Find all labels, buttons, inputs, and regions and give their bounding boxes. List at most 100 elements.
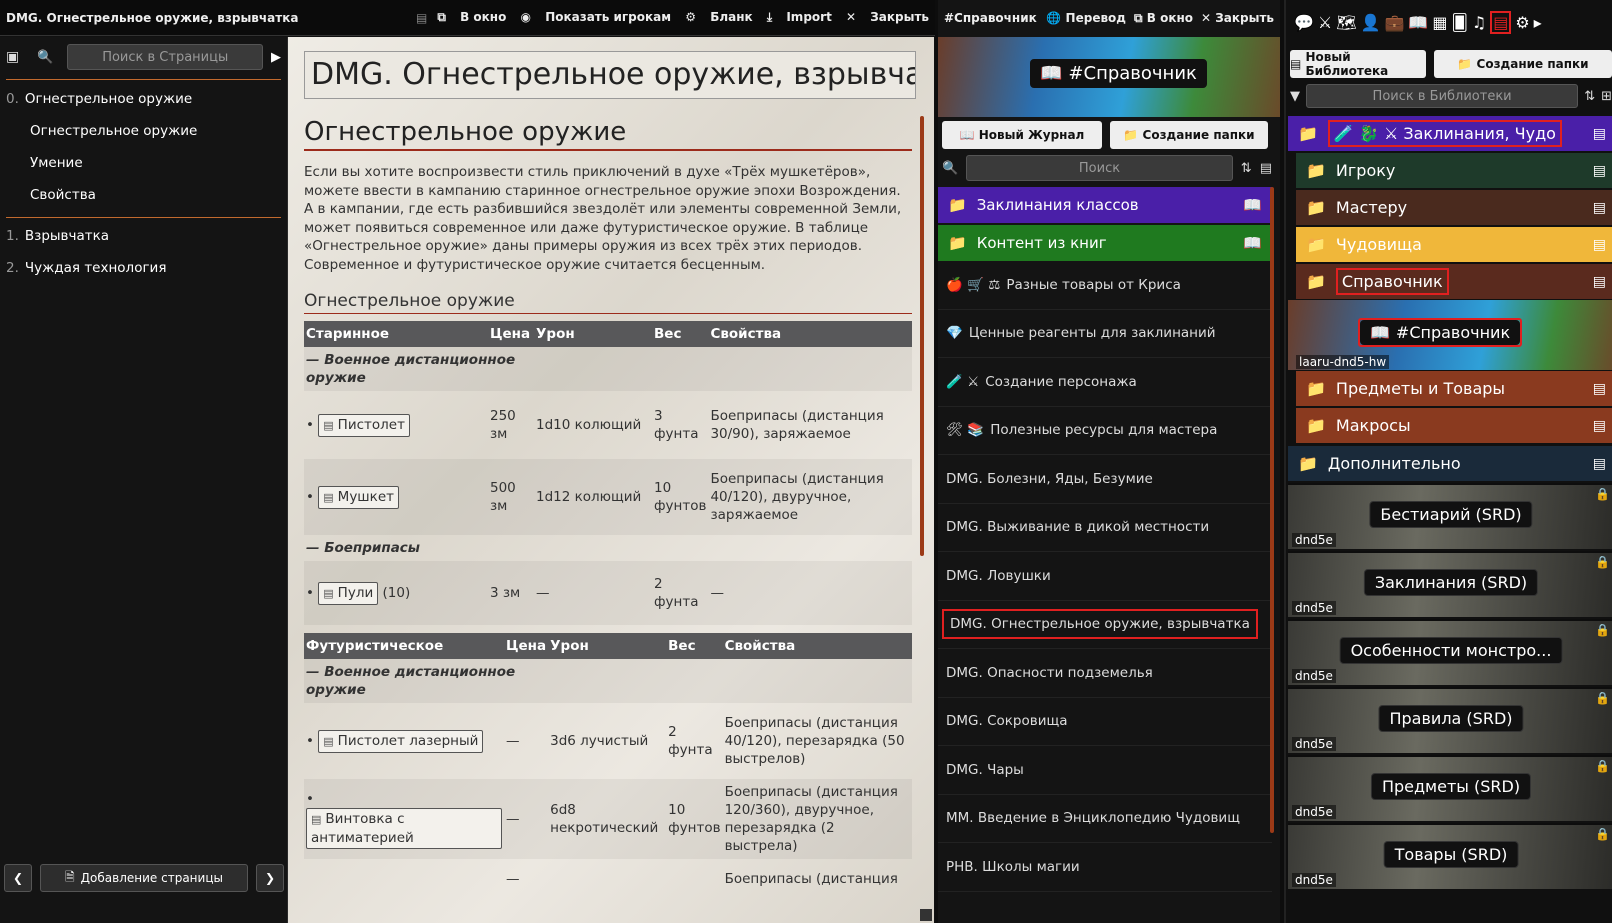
add-pack-icon[interactable]: ▤ (1593, 274, 1606, 290)
page-title-input[interactable]: DMG. Огнестрельное оружие, взрывчатка (304, 51, 916, 99)
library-folder[interactable]: 📁 Чудовища ▤ (1296, 227, 1612, 262)
collapse-sidebar-icon[interactable]: ▸ (1534, 13, 1542, 32)
scenes-tab-icon[interactable]: 🗺 (1336, 13, 1356, 32)
compendium-pack[interactable]: Заклинания (SRD) dnd5e 🔒 (1288, 551, 1612, 617)
library-folder[interactable]: 📁 Справочник ▤ (1296, 264, 1612, 299)
handout-item[interactable]: DMG. Огнестрельное оружие, взрывчатка (938, 601, 1272, 649)
library-folder[interactable]: 📁 Мастеру ▤ (1296, 190, 1612, 225)
handout-item[interactable]: 🧪 ⚔ Создание персонажа (938, 358, 1272, 407)
item-link-laser-pistol[interactable]: Пистолет лазерный (318, 729, 484, 753)
reference-pack-banner[interactable]: 📖 #Справочник laaru-dnd5-hw (1288, 300, 1612, 370)
playlists-tab-icon[interactable]: ♫ (1472, 13, 1486, 32)
folder-class-spells[interactable]: 📁 Заклинания классов 📖 (938, 187, 1272, 223)
handout-item[interactable]: DMG. Ловушки (938, 552, 1272, 601)
handout-item[interactable]: DMG. Чары (938, 746, 1272, 795)
show-players-button[interactable]: ◉ Показать игрокам (521, 10, 672, 24)
pages-toggle-icon[interactable]: ▣ (6, 49, 19, 65)
compendium-pack[interactable]: Предметы (SRD) dnd5e 🔒 (1288, 755, 1612, 821)
add-pack-icon[interactable]: ▤ (1593, 200, 1606, 216)
table-row: • Пули (10) 3 зм—2 фунта— (304, 561, 912, 625)
collapse-folders-icon[interactable]: ⊞ (1601, 89, 1612, 104)
blank-button[interactable]: ⚙ Бланк (685, 10, 752, 24)
cards-tab-icon[interactable]: 🂠 (1451, 13, 1467, 32)
library-new-folder-button[interactable]: 📁 Создание папки (1434, 50, 1612, 78)
add-entry-icon[interactable]: 📖 (1243, 234, 1262, 252)
journal-titlebar[interactable]: DMG. Огнестрельное оружие, взрывчатка ▤ … (0, 0, 935, 36)
compendium-pack[interactable]: Бестиарий (SRD) dnd5e 🔒 (1288, 483, 1612, 549)
folder-book-content[interactable]: 📁 Контент из книг 📖 (938, 225, 1272, 261)
directory-titlebar[interactable]: #Справочник 🌐 Перевод ⧉ В окно ✕ Закрыть (938, 0, 1280, 36)
page-item-2[interactable]: 2. Чуждая технология (0, 252, 287, 284)
page-item-properties[interactable]: Свойства (0, 179, 287, 211)
journal-tab-icon[interactable]: 📖 (1408, 13, 1428, 32)
new-journal-button[interactable]: 📖 Новый Журнал (942, 121, 1102, 149)
library-folder[interactable]: 📁 Макросы ▤ (1296, 408, 1612, 443)
page-item-skill[interactable]: Умение (0, 147, 287, 179)
add-pack-icon[interactable]: ▤ (1593, 237, 1606, 253)
add-pack-icon[interactable]: ▤ (1593, 381, 1606, 397)
translate-button[interactable]: 🌐 Перевод (1046, 11, 1126, 25)
table-group-row: — Военное дистанционное оружие (304, 347, 912, 391)
directory-search-input[interactable]: Поиск (966, 155, 1233, 181)
sort-icon[interactable]: ⇅ (1584, 89, 1595, 104)
handout-item[interactable]: 🍎 🛒 ⚖ Разные товары от Криса (938, 261, 1272, 310)
section-subheading: Огнестрельное оружие (304, 291, 912, 314)
filter-icon[interactable]: ▼ (1290, 89, 1300, 104)
handout-item[interactable]: DMG. Выживание в дикой местности (938, 504, 1272, 552)
resize-handle[interactable] (920, 909, 932, 921)
journal-title-icon: ▤ (416, 10, 428, 25)
combat-tab-icon[interactable]: ⚔ (1318, 13, 1332, 32)
handout-item[interactable]: MM. Введение в Энциклопедию Чудовищ (938, 795, 1272, 843)
item-link-bullets[interactable]: Пули (318, 581, 379, 605)
compendium-tab-icon[interactable]: ▤ (1490, 10, 1512, 34)
tables-tab-icon[interactable]: ▦ (1432, 13, 1447, 32)
items-tab-icon[interactable]: 💼 (1385, 13, 1405, 32)
new-folder-button[interactable]: 📁 Создание папки (1110, 121, 1268, 149)
content-scrollbar[interactable] (920, 116, 924, 556)
new-library-button[interactable]: ▤ Новый Библиотека (1290, 50, 1426, 78)
handout-item[interactable]: PHB. Школы магии (938, 843, 1272, 892)
add-pack-icon[interactable]: ▤ (1593, 418, 1606, 434)
compendium-pack[interactable]: Правила (SRD) dnd5e 🔒 (1288, 687, 1612, 753)
handout-item[interactable]: DMG. Болезни, Яды, Безумие (938, 455, 1272, 504)
handout-item[interactable]: 💎 Ценные реагенты для заклинаний (938, 310, 1272, 358)
directory-popout-button[interactable]: ⧉ В окно (1134, 11, 1193, 26)
add-page-button[interactable]: 🗎 Добавление страницы (40, 864, 248, 892)
handout-item[interactable]: 🛠 📚 Полезные ресурсы для мастера (938, 407, 1272, 455)
page-item-0[interactable]: 0. Огнестрельное оружие (0, 82, 287, 115)
library-folder[interactable]: 📁 🧪 🐉 ⚔ Заклинания, Чудо ▤ (1288, 116, 1612, 151)
item-link-antimatter-rifle[interactable]: Винтовка с антиматерией (306, 807, 502, 849)
popout-button[interactable]: ⧉ В окно (437, 10, 506, 24)
sort-icon[interactable]: ⇅ (1241, 161, 1252, 176)
add-pack-icon[interactable]: ▤ (1593, 456, 1606, 472)
import-button[interactable]: ⤓ Import (767, 10, 832, 24)
prev-page-button[interactable]: ❮ (4, 864, 32, 892)
chat-tab-icon[interactable]: 💬 (1294, 13, 1314, 32)
book-icon: 📖 (1370, 323, 1390, 342)
collapse-folders-icon[interactable]: ▤ (1260, 161, 1272, 176)
page-item-subheading[interactable]: Огнестрельное оружие (0, 115, 287, 147)
handout-item[interactable]: DMG. Сокровища (938, 698, 1272, 746)
table-row: — Боеприпасы (дистанция (506, 871, 898, 887)
item-link-musket[interactable]: Мушкет (318, 485, 399, 509)
actors-tab-icon[interactable]: 👤 (1361, 13, 1381, 32)
library-search-input[interactable]: Поиск в Библиотеки (1306, 84, 1579, 108)
page-item-1[interactable]: 1. Взрывчатка (0, 220, 287, 252)
add-pack-icon[interactable]: ▤ (1593, 163, 1606, 179)
collapse-arrow-icon[interactable]: ▶ (271, 50, 281, 65)
directory-close-button[interactable]: ✕ Закрыть (1201, 11, 1274, 25)
add-pack-icon[interactable]: ▤ (1593, 126, 1606, 142)
handout-item[interactable]: DMG. Опасности подземелья (938, 649, 1272, 698)
library-folder[interactable]: 📁 Игроку ▤ (1296, 153, 1612, 188)
item-link-pistol[interactable]: Пистолет (318, 413, 410, 437)
add-entry-icon[interactable]: 📖 (1243, 196, 1262, 214)
library-folder[interactable]: 📁 Дополнительно ▤ (1288, 446, 1612, 481)
library-folder[interactable]: 📁 Предметы и Товары ▤ (1296, 371, 1612, 406)
compendium-pack[interactable]: Особенности монстро... dnd5e 🔒 (1288, 619, 1612, 685)
close-button[interactable]: ✕ Закрыть (846, 10, 929, 24)
settings-tab-icon[interactable]: ⚙ (1515, 13, 1529, 32)
page-search-input[interactable]: Поиск в Страницы (67, 44, 263, 70)
directory-scrollbar[interactable] (1270, 187, 1274, 833)
next-page-button[interactable]: ❯ (256, 864, 284, 892)
compendium-pack[interactable]: Товары (SRD) dnd5e 🔒 (1288, 823, 1612, 889)
